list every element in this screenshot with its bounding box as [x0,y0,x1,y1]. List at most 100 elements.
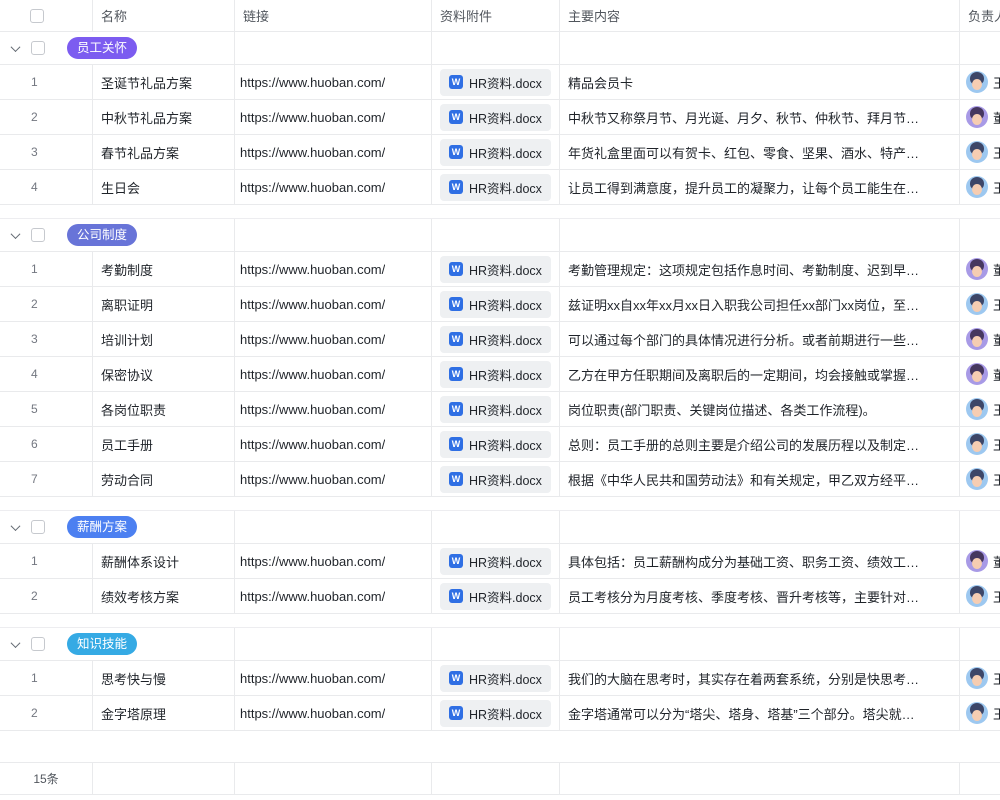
content-cell[interactable]: 可以通过每个部门的具体情况进行分析。或者前期进行一些… [560,322,960,356]
owner-cell[interactable]: 王 [960,661,1000,695]
name-cell[interactable]: 各岗位职责 [93,392,235,426]
attachment-cell[interactable]: W HR资料.docx [432,287,560,321]
attachment-cell[interactable]: W HR资料.docx [432,65,560,99]
owner-cell[interactable]: 董 [960,252,1000,286]
link-cell[interactable]: https://www.huoban.com/ [235,322,432,356]
owner-cell[interactable]: 董 [960,100,1000,134]
link-cell[interactable]: https://www.huoban.com/ [235,696,432,730]
attachment-chip[interactable]: W HR资料.docx [440,466,551,493]
chevron-down-icon[interactable] [11,638,21,648]
group-checkbox[interactable] [31,637,45,651]
owner-cell[interactable]: 王 [960,462,1000,496]
attachment-cell[interactable]: W HR资料.docx [432,696,560,730]
link-cell[interactable]: https://www.huoban.com/ [235,661,432,695]
attachment-chip[interactable]: W HR资料.docx [440,431,551,458]
attachment-cell[interactable]: W HR资料.docx [432,579,560,613]
group-badge[interactable]: 公司制度 [67,224,137,247]
content-cell[interactable]: 兹证明xx自xx年xx月xx日入职我公司担任xx部门xx岗位，至… [560,287,960,321]
name-cell[interactable]: 薪酬体系设计 [93,544,235,578]
owner-cell[interactable]: 董 [960,357,1000,391]
link-cell[interactable]: https://www.huoban.com/ [235,287,432,321]
attachment-cell[interactable]: W HR资料.docx [432,322,560,356]
name-cell[interactable]: 金字塔原理 [93,696,235,730]
content-cell[interactable]: 金字塔通常可以分为“塔尖、塔身、塔基”三个部分。塔尖就… [560,696,960,730]
name-cell[interactable]: 春节礼品方案 [93,135,235,169]
name-cell[interactable]: 劳动合同 [93,462,235,496]
name-cell[interactable]: 思考快与慢 [93,661,235,695]
group-checkbox[interactable] [31,228,45,242]
content-cell[interactable]: 根据《中华人民共和国劳动法》和有关规定，甲乙双方经平… [560,462,960,496]
attachment-chip[interactable]: W HR资料.docx [440,700,551,727]
link-cell[interactable]: https://www.huoban.com/ [235,357,432,391]
group-checkbox[interactable] [31,41,45,55]
attachment-cell[interactable]: W HR资料.docx [432,462,560,496]
content-cell[interactable]: 中秋节又称祭月节、月光诞、月夕、秋节、仲秋节、拜月节… [560,100,960,134]
name-cell[interactable]: 保密协议 [93,357,235,391]
group-checkbox[interactable] [31,520,45,534]
name-cell[interactable]: 培训计划 [93,322,235,356]
group-badge[interactable]: 员工关怀 [67,37,137,60]
content-cell[interactable]: 年货礼盒里面可以有贺卡、红包、零食、坚果、酒水、特产… [560,135,960,169]
attachment-cell[interactable]: W HR资料.docx [432,135,560,169]
name-cell[interactable]: 圣诞节礼品方案 [93,65,235,99]
link-cell[interactable]: https://www.huoban.com/ [235,462,432,496]
attachment-chip[interactable]: W HR资料.docx [440,139,551,166]
content-cell[interactable]: 具体包括：员工薪酬构成分为基础工资、职务工资、绩效工… [560,544,960,578]
name-cell[interactable]: 离职证明 [93,287,235,321]
group-badge[interactable]: 薪酬方案 [67,516,137,539]
attachment-chip[interactable]: W HR资料.docx [440,665,551,692]
link-cell[interactable]: https://www.huoban.com/ [235,170,432,204]
attachment-chip[interactable]: W HR资料.docx [440,174,551,201]
attachment-cell[interactable]: W HR资料.docx [432,100,560,134]
owner-cell[interactable]: 董 [960,544,1000,578]
select-all-checkbox[interactable] [30,9,44,23]
attachment-chip[interactable]: W HR资料.docx [440,396,551,423]
name-cell[interactable]: 中秋节礼品方案 [93,100,235,134]
owner-cell[interactable]: 王 [960,135,1000,169]
link-cell[interactable]: https://www.huoban.com/ [235,252,432,286]
content-cell[interactable]: 我们的大脑在思考时，其实存在着两套系统，分别是快思考… [560,661,960,695]
owner-cell[interactable]: 王 [960,427,1000,461]
content-cell[interactable]: 乙方在甲方任职期间及离职后的一定期间，均会接触或掌握… [560,357,960,391]
link-cell[interactable]: https://www.huoban.com/ [235,135,432,169]
link-cell[interactable]: https://www.huoban.com/ [235,392,432,426]
attachment-chip[interactable]: W HR资料.docx [440,256,551,283]
attachment-chip[interactable]: W HR资料.docx [440,548,551,575]
content-cell[interactable]: 岗位职责(部门职责、关键岗位描述、各类工作流程)。 [560,392,960,426]
content-cell[interactable]: 让员工得到满意度，提升员工的凝聚力，让每个员工能生在… [560,170,960,204]
owner-cell[interactable]: 王 [960,287,1000,321]
attachment-chip[interactable]: W HR资料.docx [440,291,551,318]
content-cell[interactable]: 考勤管理规定：这项规定包括作息时间、考勤制度、迟到早… [560,252,960,286]
link-cell[interactable]: https://www.huoban.com/ [235,65,432,99]
chevron-down-icon[interactable] [11,229,21,239]
link-cell[interactable]: https://www.huoban.com/ [235,579,432,613]
content-cell[interactable]: 员工考核分为月度考核、季度考核、晋升考核等，主要针对… [560,579,960,613]
column-header-attachment[interactable]: 资料附件 [432,0,560,31]
column-header-link[interactable]: 链接 [235,0,432,31]
owner-cell[interactable]: 王 [960,65,1000,99]
link-cell[interactable]: https://www.huoban.com/ [235,544,432,578]
column-header-owner[interactable]: 负责人 [960,0,1000,31]
attachment-chip[interactable]: W HR资料.docx [440,583,551,610]
column-header-content[interactable]: 主要内容 [560,0,960,31]
attachment-cell[interactable]: W HR资料.docx [432,544,560,578]
attachment-chip[interactable]: W HR资料.docx [440,104,551,131]
attachment-cell[interactable]: W HR资料.docx [432,357,560,391]
owner-cell[interactable]: 王 [960,696,1000,730]
attachment-cell[interactable]: W HR资料.docx [432,252,560,286]
link-cell[interactable]: https://www.huoban.com/ [235,427,432,461]
link-cell[interactable]: https://www.huoban.com/ [235,100,432,134]
attachment-chip[interactable]: W HR资料.docx [440,326,551,353]
content-cell[interactable]: 精品会员卡 [560,65,960,99]
attachment-cell[interactable]: W HR资料.docx [432,427,560,461]
attachment-cell[interactable]: W HR资料.docx [432,661,560,695]
chevron-down-icon[interactable] [11,521,21,531]
name-cell[interactable]: 考勤制度 [93,252,235,286]
owner-cell[interactable]: 王 [960,579,1000,613]
group-badge[interactable]: 知识技能 [67,633,137,656]
attachment-cell[interactable]: W HR资料.docx [432,170,560,204]
chevron-down-icon[interactable] [11,42,21,52]
name-cell[interactable]: 员工手册 [93,427,235,461]
owner-cell[interactable]: 王 [960,170,1000,204]
attachment-cell[interactable]: W HR资料.docx [432,392,560,426]
